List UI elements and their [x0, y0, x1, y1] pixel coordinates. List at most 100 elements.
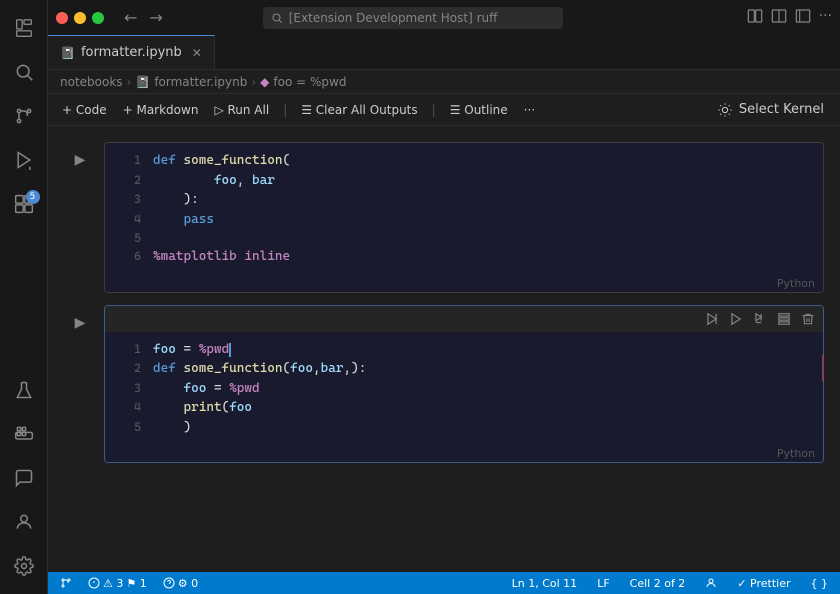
title-nav: ← → — [120, 6, 167, 29]
run-cell-2-button[interactable]: ▶ — [70, 313, 90, 333]
tab-close-button[interactable]: ✕ — [192, 46, 202, 60]
docker-icon[interactable] — [4, 414, 44, 454]
title-actions: ··· — [747, 8, 832, 28]
notebook-content: ▶ 1 def some_function( 2 foo, bar 3 ): — [48, 126, 840, 572]
cell-2-gutter: ▶ — [64, 305, 96, 464]
code-line-1-5: 5 — [105, 229, 823, 247]
cell-run-next-icon[interactable] — [749, 308, 771, 330]
select-kernel-button[interactable]: Select Kernel — [709, 99, 832, 121]
run-cell-1-button[interactable]: ▶ — [70, 150, 90, 170]
breadcrumb-notebooks[interactable]: notebooks — [60, 75, 123, 89]
code-line-1-6: 6 %matplotlib inline — [105, 247, 823, 267]
cell-run-icon[interactable] — [725, 308, 747, 330]
cell-1: ▶ 1 def some_function( 2 foo, bar 3 ): — [64, 142, 824, 293]
more-toolbar-button[interactable]: ··· — [518, 100, 541, 120]
cell-2-toolbar — [105, 306, 823, 332]
sidebar-icon[interactable] — [795, 8, 811, 28]
breadcrumb-file[interactable]: formatter.ipynb — [154, 75, 247, 89]
errors-count: ⚠ 3 — [103, 577, 123, 590]
code-line-1-2: 2 foo, bar — [105, 171, 823, 191]
activity-bar-bottom — [4, 370, 44, 594]
maximize-button[interactable] — [92, 12, 104, 24]
errors-warnings-item[interactable]: ⚠ 3 ⚑ 1 — [84, 577, 151, 590]
notebook-icon: 📓 — [60, 46, 75, 60]
prettier-status: ✓ Prettier — [737, 577, 790, 590]
scroll-indicator — [822, 354, 824, 382]
flask-icon[interactable] — [4, 370, 44, 410]
cell-1-code[interactable]: 1 def some_function( 2 foo, bar 3 ): 4 — [105, 143, 823, 275]
run-all-label: ▷ Run All — [214, 103, 269, 117]
status-bar: ⚠ 3 ⚑ 1 ⚙ 0 Ln 1, Col 11 LF Cell 2 of 2 — [48, 572, 840, 594]
split-icon[interactable] — [771, 8, 787, 28]
more-toolbar-label: ··· — [524, 103, 535, 117]
extensions-icon[interactable]: 5 — [4, 184, 44, 224]
code-line-2-1: 1 foo = %pwd — [105, 340, 823, 360]
git-branch-item[interactable] — [56, 577, 76, 589]
code-line-2-3: 3 foo = %pwd — [105, 379, 823, 399]
language-mode: { } — [811, 577, 829, 590]
code-line-2-4: 4 print(foo — [105, 398, 823, 418]
cell-2-code[interactable]: 1 foo = %pwd 2 def some_function(foo,bar… — [105, 332, 823, 446]
cell-2: ▶ — [64, 305, 824, 464]
breadcrumb-icon-symbol: ◆ — [260, 75, 269, 89]
source-control-icon[interactable] — [4, 96, 44, 136]
line-ending: LF — [597, 577, 609, 590]
line-ending-item[interactable]: LF — [593, 577, 613, 590]
breadcrumb-symbol[interactable]: foo = %pwd — [273, 75, 346, 89]
breadcrumb-icon-notebook: 📓 — [135, 75, 150, 89]
cell-1-body: 1 def some_function( 2 foo, bar 3 ): 4 — [104, 142, 824, 293]
prettier-item[interactable]: ✓ Prettier — [733, 577, 794, 590]
outline-label: ☰ Outline — [450, 103, 508, 117]
breadcrumb: notebooks › 📓 formatter.ipynb › ◆ foo = … — [48, 70, 840, 94]
close-button[interactable] — [56, 12, 68, 24]
cell-info-item[interactable]: Cell 2 of 2 — [626, 577, 690, 590]
clear-outputs-button[interactable]: ☰ Clear All Outputs — [295, 100, 423, 120]
clear-outputs-label: ☰ Clear All Outputs — [301, 103, 417, 117]
add-markdown-button[interactable]: + Markdown — [117, 100, 205, 120]
status-right: Ln 1, Col 11 LF Cell 2 of 2 ✓ Prettier {… — [508, 577, 832, 590]
cursor-position-item[interactable]: Ln 1, Col 11 — [508, 577, 582, 590]
run-all-button[interactable]: ▷ Run All — [208, 100, 275, 120]
account-status-item[interactable] — [701, 577, 721, 589]
activity-bar-top: 5 — [4, 8, 44, 370]
settings-icon[interactable] — [4, 546, 44, 586]
more-options-icon[interactable]: ··· — [819, 8, 832, 28]
outline-button[interactable]: ☰ Outline — [444, 100, 514, 120]
info-item[interactable]: ⚙ 0 — [159, 577, 202, 590]
account-icon[interactable] — [4, 502, 44, 542]
cell-2-body: 1 foo = %pwd 2 def some_function(foo,bar… — [104, 305, 824, 464]
add-markdown-label: + Markdown — [123, 103, 199, 117]
forward-button[interactable]: → — [145, 6, 166, 29]
run-debug-icon[interactable] — [4, 140, 44, 180]
cell-clear-icon[interactable] — [773, 308, 795, 330]
status-left: ⚠ 3 ⚑ 1 ⚙ 0 — [56, 577, 202, 590]
toolbar-separator-2: | — [432, 103, 436, 117]
search-icon[interactable] — [4, 52, 44, 92]
cell-info: Cell 2 of 2 — [630, 577, 686, 590]
breadcrumb-sep-2: › — [251, 75, 256, 89]
add-code-button[interactable]: + Code — [56, 100, 113, 120]
title-search[interactable]: [Extension Development Host] ruff — [263, 7, 563, 29]
main-area: ← → [Extension Development Host] ruff ··… — [48, 0, 840, 594]
minimize-button[interactable] — [74, 12, 86, 24]
cell-execute-icon[interactable] — [701, 308, 723, 330]
code-line-1-1: 1 def some_function( — [105, 151, 823, 171]
info-count: ⚙ 0 — [178, 577, 198, 590]
explorer-icon[interactable] — [4, 8, 44, 48]
search-text: [Extension Development Host] ruff — [289, 11, 498, 25]
code-line-1-4: 4 pass — [105, 210, 823, 230]
chat-icon[interactable] — [4, 458, 44, 498]
tab-formatter[interactable]: 📓 formatter.ipynb ✕ — [48, 35, 215, 69]
code-line-2-2: 2 def some_function(foo,bar,): — [105, 359, 823, 379]
layout-icon[interactable] — [747, 8, 763, 28]
extensions-badge: 5 — [26, 190, 40, 204]
code-line-1-3: 3 ): — [105, 190, 823, 210]
language-mode-item[interactable]: { } — [807, 577, 833, 590]
back-button[interactable]: ← — [120, 6, 141, 29]
cell-delete-icon[interactable] — [797, 308, 819, 330]
notebook-toolbar: + Code + Markdown ▷ Run All | ☰ Clear Al… — [48, 94, 840, 126]
code-line-2-5: 5 ) — [105, 418, 823, 438]
tabs-bar: 📓 formatter.ipynb ✕ — [48, 35, 840, 70]
breadcrumb-sep-1: › — [127, 75, 132, 89]
warnings-count: ⚑ 1 — [126, 577, 146, 590]
